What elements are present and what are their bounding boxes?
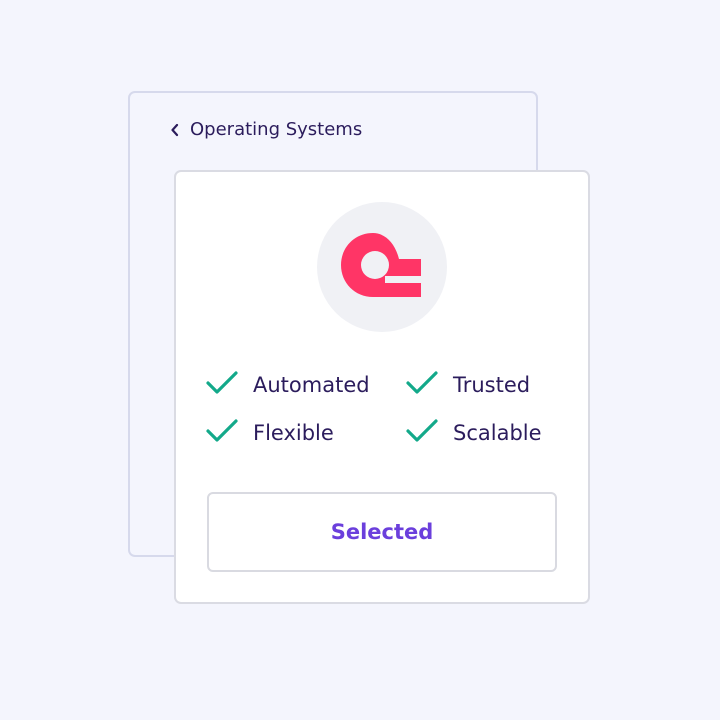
check-icon [205,418,239,448]
check-icon [205,370,239,400]
feature-item: Trusted [405,370,565,400]
feature-item: Flexible [205,418,405,448]
back-link[interactable]: Operating Systems [170,119,362,140]
logo-container [317,202,447,332]
selected-button[interactable]: Selected [207,492,557,572]
feature-item: Scalable [405,418,565,448]
os-card: Automated Trusted Flexible Scalable Sele… [174,170,590,604]
feature-item: Automated [205,370,405,400]
feature-label: Scalable [453,421,542,445]
back-link-label: Operating Systems [190,119,363,140]
feature-list: Automated Trusted Flexible Scalable [205,370,565,448]
check-icon [405,370,439,400]
feature-label: Flexible [253,421,334,445]
chevron-left-icon [170,123,180,137]
os-logo-icon [341,233,423,301]
check-icon [405,418,439,448]
feature-label: Automated [253,373,370,397]
feature-label: Trusted [453,373,531,397]
